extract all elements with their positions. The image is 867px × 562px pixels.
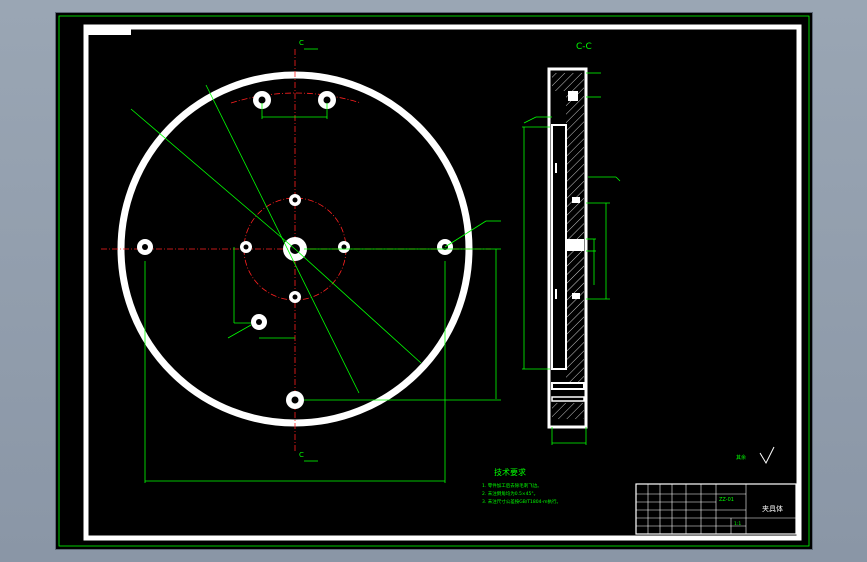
section-label: C-C [576,42,592,52]
cad-drawing-viewport[interactable]: C C C-C 技术要求 1. 零件加工后去除毛刺飞边。 2. 未注倒角均为0.… [56,13,812,549]
note-line: 2. 未注倒角均为0.5×45°。 [482,490,538,497]
title-block: ZZ-01 1:1 夹具体 [635,483,797,535]
drawing-frame [83,24,802,541]
cad-drawing-canvas: C C C-C 技术要求 1. 零件加工后去除毛刺飞边。 2. 未注倒角均为0.… [58,15,810,547]
drawing-number: ZZ-01 [719,497,734,503]
notes-title: 技术要求 [494,467,526,477]
front-view: C C [101,39,501,483]
note-line: 1. 零件加工后去除毛刺飞边。 [482,482,542,489]
part-name: 夹具体 [762,504,783,513]
cut-label-bottom: C [299,451,304,459]
scale-value: 1:1 [734,521,741,527]
roughness-symbol: 其余 [736,446,775,465]
cut-label-top: C [299,39,304,47]
section-hatch [566,73,584,389]
outer-border [58,15,810,547]
frame-corner-tab [86,27,131,35]
bolt-arc-top [230,92,362,104]
section-view: C-C [522,42,621,445]
roughness-text: 其余 [736,454,746,461]
note-line: 3. 未注尺寸公差按GB/T1804-m执行。 [482,498,561,505]
technical-notes: 技术要求 1. 零件加工后去除毛刺飞边。 2. 未注倒角均为0.5×45°。 3… [482,467,561,505]
